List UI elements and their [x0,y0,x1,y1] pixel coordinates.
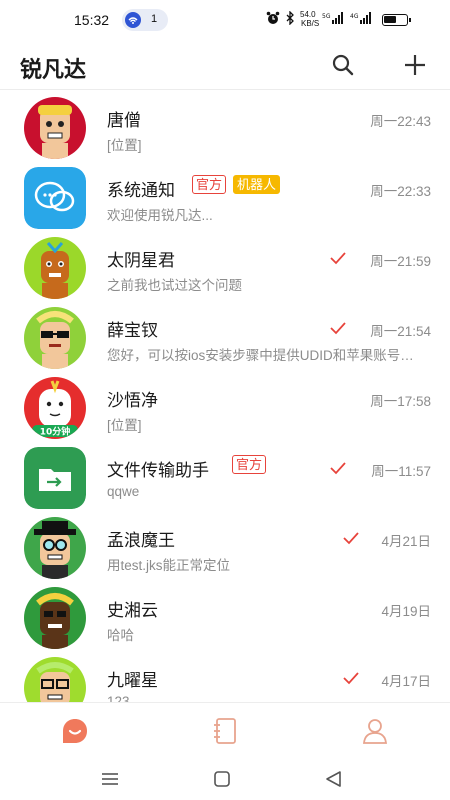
avatar: 10分钟 [24,377,86,439]
plus-icon [405,55,425,75]
notification-pill[interactable]: 1 [122,9,168,31]
chat-item[interactable]: 孟浪魔王 用test.jks能正常定位 4月21日 [0,511,450,581]
chat-name: 孟浪魔王 [107,531,175,550]
read-check-icon [330,462,346,475]
chat-list[interactable]: 唐僧 [位置] 周一22:43 系统通知 官方 机器人 欢迎使用锐凡达... 周… [0,91,450,702]
menu-icon [102,773,118,785]
chat-time: 周一21:54 [370,324,431,339]
chat-name: 系统通知 [107,181,175,200]
signal-4g-icon: 4G [350,12,372,27]
address-book-icon [214,718,236,744]
chat-item[interactable]: 史湘云 哈哈 4月19日 [0,581,450,651]
svg-text:4G: 4G [350,13,359,20]
avatar [24,237,86,299]
avatar [24,97,86,159]
chat-time: 4月21日 [381,534,431,549]
chat-preview: [位置] [107,418,142,433]
home-button[interactable] [210,768,234,790]
chat-name: 薛宝钗 [107,321,158,340]
chat-preview: 123 [107,694,130,702]
add-button[interactable] [400,50,430,80]
signal-5g-icon: 5G [322,12,344,27]
back-icon [326,771,341,787]
search-icon [332,54,354,76]
avatar [24,657,86,702]
menu-button[interactable] [98,768,122,790]
chat-time: 周一17:58 [370,394,431,409]
read-check-icon [343,532,359,545]
avatar [24,447,86,509]
chat-time: 周一11:57 [371,464,431,479]
avatar [24,587,86,649]
chat-time: 周一22:33 [370,184,431,199]
chat-preview: 欢迎使用锐凡达... [107,208,213,223]
alarm-icon [266,11,280,28]
official-tag: 官方 [232,455,267,474]
official-tag: 官方 [192,175,227,194]
robot-tag: 机器人 [233,175,281,194]
system-nav-bar [0,758,450,800]
page-title: 锐凡达 [20,57,87,82]
chat-preview: qqwe [107,484,140,499]
chat-item[interactable]: 太阴星君 之前我也试过这个问题 周一21:59 [0,231,450,301]
tab-messages[interactable] [0,703,150,759]
avatar [24,517,86,579]
battery-icon [382,14,408,26]
chat-preview: 您好，可以按ios安装步骤中提供UDID和苹果账号给我们 [107,348,427,363]
chat-name: 九曜星 [107,671,158,690]
back-button[interactable] [322,768,346,790]
chat-name: 史湘云 [107,601,158,620]
home-icon [214,771,230,787]
bottom-tab-bar [0,702,450,758]
status-time: 15:32 [74,12,110,28]
chat-name: 唐僧 [107,111,141,130]
tab-contacts[interactable] [150,703,300,759]
app-header: 锐凡达 [0,40,450,90]
search-button[interactable] [328,50,358,80]
chat-item[interactable]: 唐僧 [位置] 周一22:43 [0,91,450,161]
chat-preview: 用test.jks能正常定位 [107,558,231,573]
svg-text:5G: 5G [322,13,331,20]
notification-app-icon [125,12,141,28]
chat-item[interactable]: 10分钟 沙悟净 [位置] 周一17:58 [0,371,450,441]
chat-preview: 哈哈 [107,628,134,643]
folder-transfer-icon [24,447,86,509]
battery-tip [409,18,411,22]
read-check-icon [330,322,346,335]
chat-item[interactable]: 九曜星 123 4月17日 [0,651,450,702]
network-speed-unit: KB/S [301,19,320,28]
avatar [24,167,86,229]
chat-name: 文件传输助手 [107,461,209,480]
status-bar: 15:32 1 54.0 KB/S 5G 4G [0,0,450,40]
chat-bubble-smile-icon [63,719,87,743]
chat-bubble-icon [24,167,86,229]
chat-item[interactable]: 薛宝钗 您好，可以按ios安装步骤中提供UDID和苹果账号给我们 周一21:54 [0,301,450,371]
status-icons: 54.0 KB/S 5G 4G [266,10,416,29]
person-icon [363,719,387,744]
avatar-badge: 10分钟 [40,426,71,438]
read-check-icon [343,672,359,685]
chat-preview: [位置] [107,138,142,153]
chat-time: 周一21:59 [370,254,431,269]
read-check-icon [330,252,346,265]
chat-preview: 之前我也试过这个问题 [107,278,242,293]
chat-name: 沙悟净 [107,391,158,410]
avatar [24,307,86,369]
tab-me[interactable] [300,703,450,759]
chat-name: 太阴星君 [107,251,175,270]
chat-item[interactable]: 系统通知 官方 机器人 欢迎使用锐凡达... 周一22:33 [0,161,450,231]
chat-time: 4月17日 [381,674,431,689]
chat-time: 周一22:43 [370,114,431,129]
chat-item[interactable]: 文件传输助手 官方 qqwe 周一11:57 [0,441,450,511]
network-speed-value: 54.0 [300,10,316,19]
chat-time: 4月19日 [381,604,431,619]
notification-count: 1 [151,13,158,25]
bluetooth-icon [285,10,295,28]
